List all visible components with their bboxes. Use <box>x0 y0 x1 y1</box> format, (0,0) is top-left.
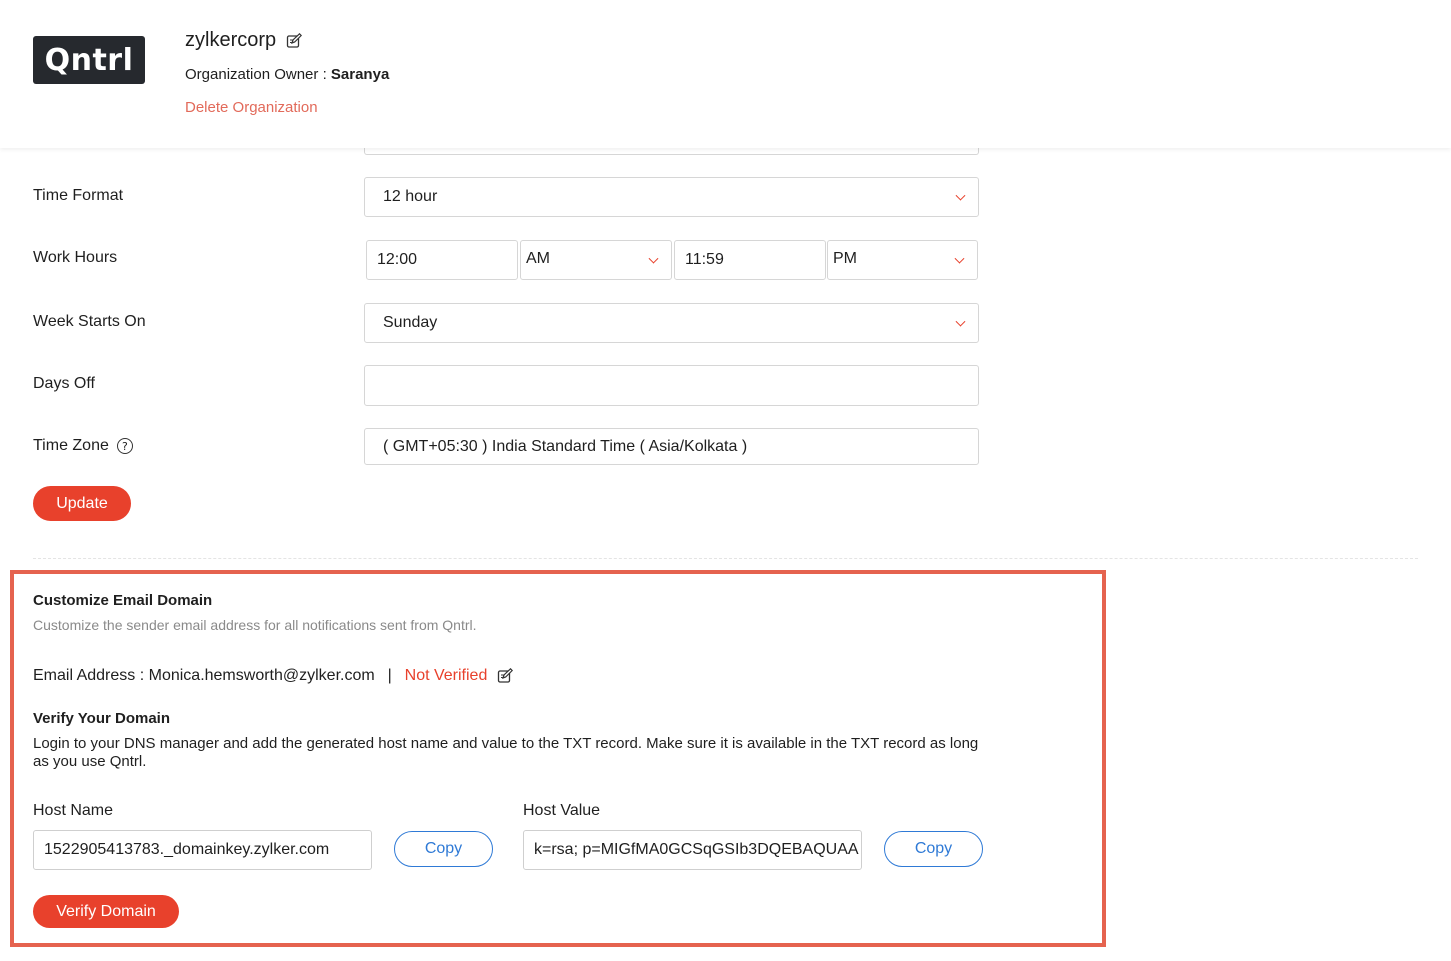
time-format-select[interactable]: 12 hour <box>364 177 979 217</box>
week-starts-label: Week Starts On <box>33 313 146 330</box>
question-circle-icon[interactable]: ? <box>116 438 133 454</box>
time-zone-label: Time Zone <box>33 437 109 454</box>
work-hours-label: Work Hours <box>33 249 118 266</box>
work-start-time-input[interactable]: 12:00 <box>366 240 518 280</box>
edit-icon[interactable] <box>286 32 303 49</box>
update-button[interactable]: Update <box>33 486 131 521</box>
verify-domain-button[interactable]: Verify Domain <box>33 895 179 928</box>
week-starts-select[interactable]: Sunday <box>364 303 979 343</box>
chevron-down-icon <box>955 316 966 327</box>
host-name-field[interactable]: 1522905413783._domainkey.zylker.com <box>33 830 372 870</box>
qntrl-logo: Qntrl <box>33 36 145 84</box>
owner-name: Saranya <box>330 66 390 83</box>
edit-icon[interactable] <box>497 668 514 684</box>
org-name-row: zylkercorp <box>185 29 303 52</box>
days-off-label: Days Off <box>33 375 95 392</box>
copy-host-value-button[interactable]: Copy <box>884 831 983 867</box>
days-off-input[interactable] <box>364 365 979 406</box>
email-prefix: Email Address : <box>33 667 149 684</box>
verify-domain-title: Verify Your Domain <box>33 710 170 727</box>
host-value-label: Host Value <box>523 802 601 819</box>
host-name-label: Host Name <box>33 802 114 819</box>
chevron-down-icon <box>955 190 966 201</box>
separator: | <box>378 667 401 684</box>
email-address-row: Email Address : Monica.hemsworth@zylker.… <box>33 667 514 685</box>
copy-host-name-button[interactable]: Copy <box>394 831 493 867</box>
verification-status: Not Verified <box>404 667 488 684</box>
org-name: zylkercorp <box>185 29 277 51</box>
work-end-period-select[interactable]: PM <box>827 240 978 280</box>
time-zone-select[interactable]: ( GMT+05:30 ) India Standard Time ( Asia… <box>364 428 979 465</box>
email-address: Monica.hemsworth@zylker.com <box>148 667 375 684</box>
email-domain-description: Customize the sender email address for a… <box>33 617 477 633</box>
work-end-time-input[interactable]: 11:59 <box>674 240 826 280</box>
time-format-label: Time Format <box>33 187 124 204</box>
verify-domain-description: Login to your DNS manager and add the ge… <box>33 735 979 770</box>
section-divider <box>33 558 1418 559</box>
time-zone-label-row: Time Zone ? <box>33 437 133 455</box>
work-start-period-select[interactable]: AM <box>520 240 672 280</box>
chevron-down-icon <box>954 253 965 264</box>
org-owner: Organization Owner : Saranya <box>185 66 390 83</box>
host-value-field[interactable]: k=rsa; p=MIGfMA0GCSqGSIb3DQEBAQUAA <box>523 830 862 870</box>
org-header: Qntrl zylkercorp Organization Owner : Sa… <box>0 0 1451 148</box>
chevron-down-icon <box>648 253 659 264</box>
email-domain-title: Customize Email Domain <box>33 592 213 609</box>
delete-organization-link[interactable]: Delete Organization <box>185 99 318 116</box>
